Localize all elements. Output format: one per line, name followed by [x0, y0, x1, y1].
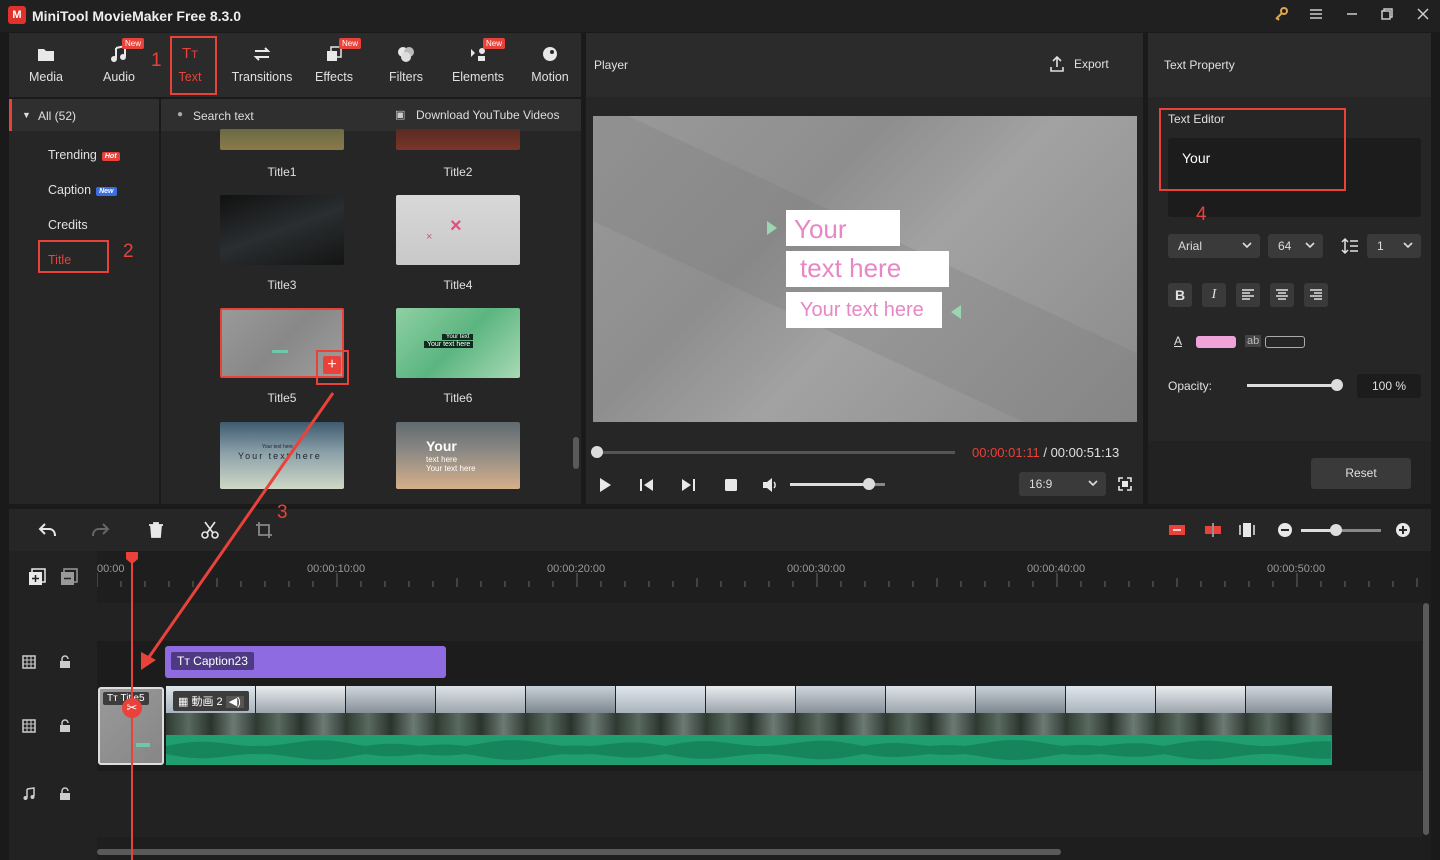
annotation-arrow: [141, 392, 335, 670]
step-number: 3: [277, 502, 288, 523]
